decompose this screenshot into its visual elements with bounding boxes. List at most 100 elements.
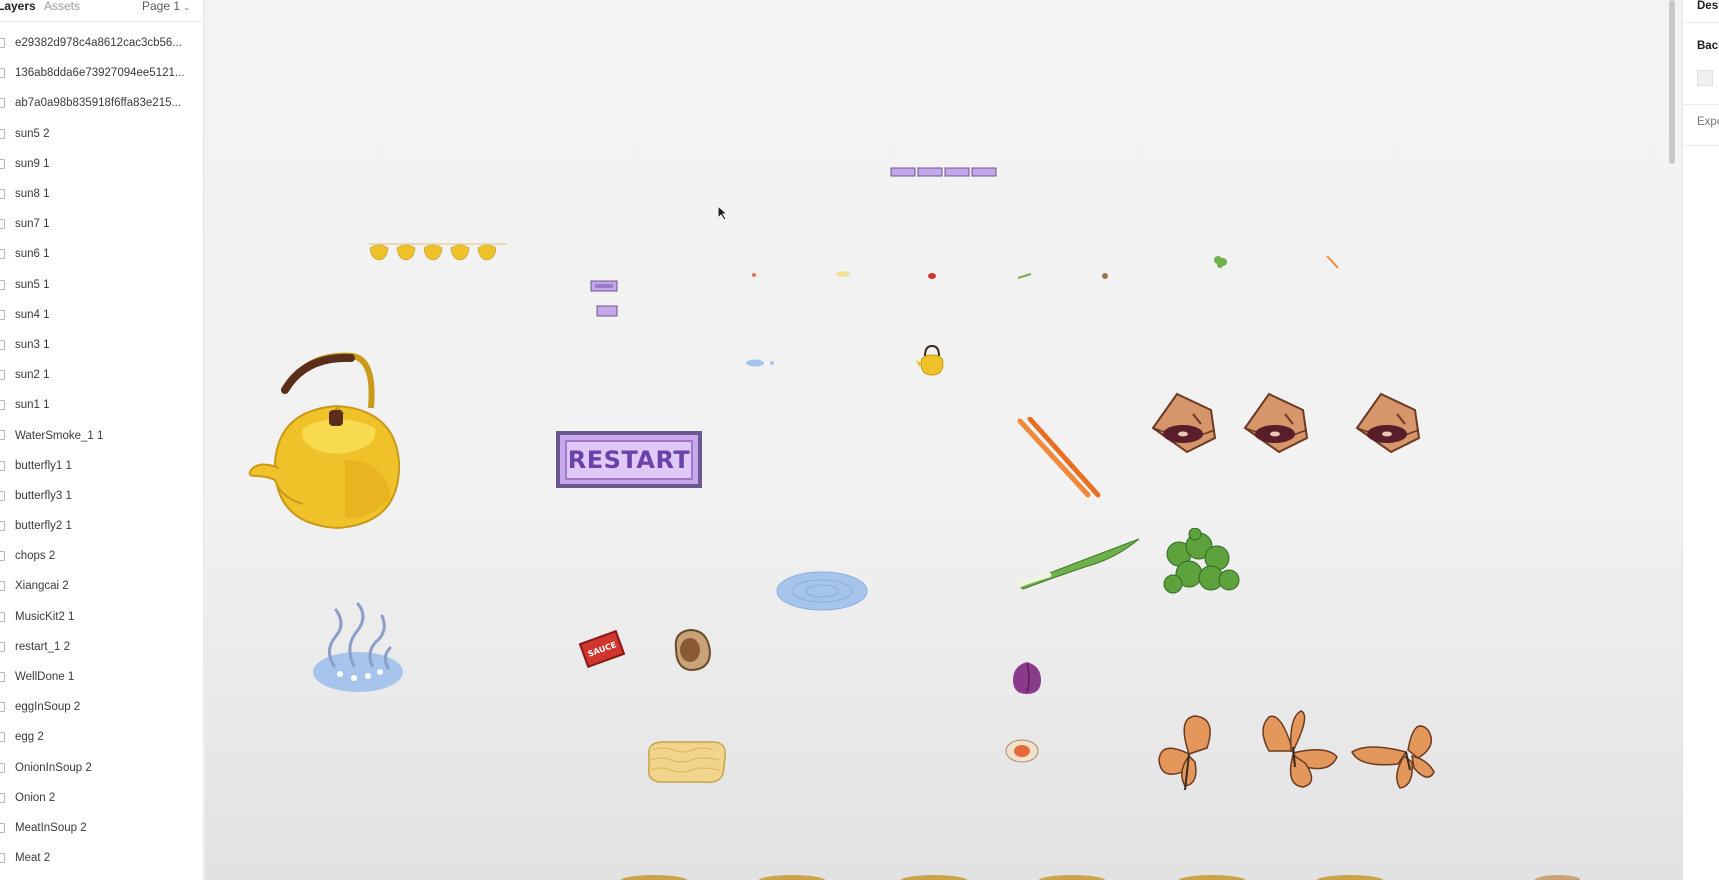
layer-item[interactable]: Onion 2 [0, 783, 203, 813]
water-smoke[interactable] [310, 600, 406, 696]
layer-item[interactable]: SpoonInSoup 2 [0, 873, 203, 880]
tab-layers[interactable]: Layers [0, 0, 36, 12]
tiny-water-puddle[interactable] [745, 357, 777, 369]
tiny-sprite-cilantro[interactable] [1212, 254, 1230, 270]
layer-item[interactable]: sun9 1 [0, 149, 203, 179]
layer-item[interactable]: WaterSmoke_1 1 [0, 420, 203, 450]
layer-item[interactable]: sun4 1 [0, 300, 203, 330]
layer-item[interactable]: sun2 1 [0, 360, 203, 390]
layer-item[interactable]: butterfly1 1 [0, 451, 203, 481]
page-selector[interactable]: Page 1 ⌄ [142, 0, 191, 13]
design-canvas[interactable]: RESTART SAUCE [205, 0, 1682, 880]
image-layer-icon [0, 521, 5, 531]
green-onion[interactable] [1015, 535, 1145, 590]
butterfly-3[interactable] [1348, 712, 1438, 790]
layer-item[interactable]: sun8 1 [0, 179, 203, 209]
water-puddle[interactable] [775, 570, 869, 612]
image-layer-icon [0, 400, 5, 411]
music-kit-1[interactable] [1149, 390, 1219, 456]
tab-design[interactable]: Design [1697, 0, 1719, 12]
layer-item[interactable]: e29382d978c4a8612cac3cb56... [0, 28, 203, 58]
tiny-sprite-meat[interactable] [1100, 271, 1110, 281]
layer-item[interactable]: sun5 1 [0, 270, 203, 300]
divider [1683, 104, 1719, 105]
layer-name: sun5 1 [15, 278, 50, 291]
layer-name: OnionInSoup 2 [15, 761, 92, 774]
image-layer-icon [0, 128, 5, 139]
meat[interactable] [668, 628, 714, 672]
canvas-scrollbar[interactable] [1669, 0, 1675, 164]
image-layer-icon [0, 188, 5, 199]
panel-tabs: Layers Assets Page 1 ⌄ [0, 0, 203, 22]
tiny-sprite-sauce[interactable] [927, 272, 937, 280]
layer-name: sun2 1 [15, 369, 50, 382]
layer-item[interactable]: butterfly3 1 [0, 481, 203, 511]
image-layer-icon [0, 702, 5, 713]
layer-item[interactable]: Meat 2 [0, 843, 203, 873]
image-layer-icon [0, 38, 5, 48]
tiny-sprite-yellow[interactable] [835, 270, 851, 278]
chopsticks[interactable] [1016, 417, 1101, 499]
layer-item[interactable]: sun5 2 [0, 119, 203, 149]
layer-item[interactable]: 136ab8dda6e73927094ee5121... [0, 58, 203, 88]
layer-item[interactable]: ab7a0a98b835918f6ffa83e215... [0, 88, 203, 118]
bowl-row[interactable] [620, 871, 1580, 880]
layer-item[interactable]: sun1 1 [0, 390, 203, 420]
background-color-swatch[interactable] [1697, 70, 1713, 86]
tiny-sprite-onion[interactable] [1017, 272, 1033, 280]
image-layer-icon [0, 339, 5, 350]
layer-item[interactable]: restart_1 2 [0, 632, 203, 662]
butterfly-1[interactable] [1155, 710, 1225, 794]
layer-item[interactable]: sun7 1 [0, 209, 203, 239]
layer-item[interactable]: butterfly2 1 [0, 511, 203, 541]
layer-item[interactable]: OnionInSoup 2 [0, 753, 203, 783]
layer-item[interactable]: Xiangcai 2 [0, 571, 203, 601]
tab-assets[interactable]: Assets [44, 0, 80, 12]
image-layer-icon [0, 279, 5, 290]
small-button-row[interactable] [890, 167, 998, 177]
layer-name: ab7a0a98b835918f6ffa83e215... [15, 97, 182, 110]
layer-item[interactable]: MeatInSoup 2 [0, 813, 203, 843]
image-layer-icon [0, 430, 5, 441]
image-layer-icon [0, 762, 5, 773]
sauce-packet[interactable]: SAUCE [578, 629, 626, 669]
layer-item[interactable]: sun3 1 [0, 330, 203, 360]
restart-button[interactable]: RESTART [556, 431, 702, 488]
small-kettle[interactable] [915, 343, 949, 379]
image-layer-icon [0, 551, 5, 562]
layer-name: sun3 1 [15, 338, 50, 351]
layer-name: restart_1 2 [15, 640, 70, 653]
export-section-title[interactable]: Export [1697, 116, 1719, 128]
layers-panel: Layers Assets Page 1 ⌄ e29382d978c4a8612c… [0, 0, 204, 880]
golden-kettle[interactable] [245, 350, 425, 532]
layer-name: WaterSmoke_1 1 [15, 429, 104, 442]
layer-item[interactable]: MusicKit2 1 [0, 602, 203, 632]
tiny-sprite-chopsticks[interactable] [1325, 254, 1341, 270]
small-button-a[interactable] [590, 280, 618, 292]
music-kit-2[interactable] [1241, 390, 1311, 456]
noodles[interactable] [643, 738, 729, 786]
layer-name: butterfly2 1 [15, 520, 72, 533]
music-kit-3[interactable] [1353, 390, 1423, 456]
butterfly-2[interactable] [1253, 707, 1339, 793]
layer-item[interactable]: eggInSoup 2 [0, 692, 203, 722]
tiny-sprite-red[interactable] [751, 272, 757, 278]
sun-strip[interactable] [367, 240, 509, 264]
cilantro[interactable] [1159, 528, 1245, 602]
image-layer-icon [0, 581, 5, 592]
layer-name: sun4 1 [15, 308, 50, 321]
onion[interactable] [1009, 658, 1045, 696]
layer-item[interactable]: egg 2 [0, 722, 203, 752]
image-layer-icon [0, 98, 5, 109]
layer-name: sun9 1 [15, 157, 50, 170]
small-button-b[interactable] [596, 305, 618, 317]
layer-item[interactable]: WellDone 1 [0, 662, 203, 692]
layer-item[interactable]: chops 2 [0, 541, 203, 571]
layer-name: e29382d978c4a8612cac3cb56... [15, 37, 182, 50]
image-layer-icon [0, 460, 5, 471]
layer-item[interactable]: sun6 1 [0, 239, 203, 269]
egg[interactable] [1004, 738, 1040, 764]
layer-name: sun5 2 [15, 127, 50, 140]
layer-name: eggInSoup 2 [15, 701, 81, 714]
design-panel: Design Background Export [1682, 0, 1719, 880]
